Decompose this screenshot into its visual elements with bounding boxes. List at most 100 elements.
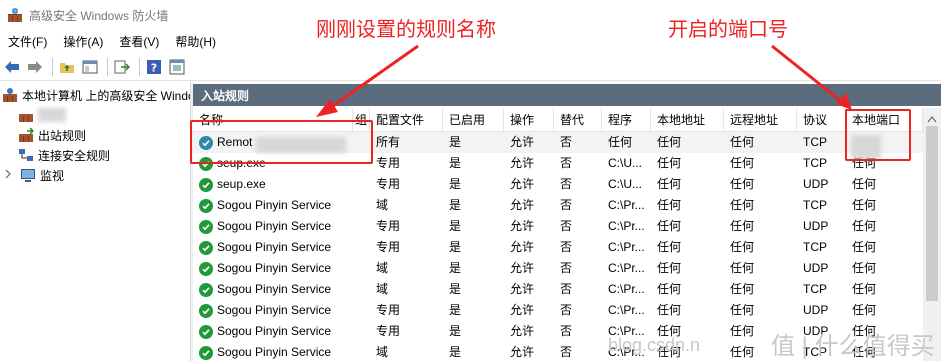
cell-profile: 专用 bbox=[376, 303, 401, 317]
cell-action: 允许 bbox=[510, 324, 535, 338]
table-row[interactable]: seup.exe 专用 是 允许 否 C:\U... 任何 任何 UDP 任何 bbox=[193, 174, 923, 195]
cell-program: C:\U... bbox=[608, 177, 643, 191]
help-icon[interactable]: ? bbox=[144, 57, 164, 77]
cell-profile: 专用 bbox=[376, 177, 401, 191]
cell-local-port: 任何 bbox=[852, 282, 877, 296]
rule-name-text: Sogou Pinyin Service bbox=[217, 198, 332, 212]
back-arrow-icon[interactable] bbox=[2, 57, 22, 77]
cell-program: C:\Pr... bbox=[608, 240, 645, 254]
cell-local-address: 任何 bbox=[657, 156, 682, 170]
rule-name-text: Sogou Pinyin Service bbox=[217, 261, 332, 275]
cell-override: 否 bbox=[560, 156, 573, 170]
cell-override: 否 bbox=[560, 198, 573, 212]
cell-override: 否 bbox=[560, 135, 573, 149]
cell-local-address: 任何 bbox=[657, 135, 682, 149]
column-header-remote-address[interactable]: 远程地址 bbox=[724, 108, 797, 132]
cell-local-address: 任何 bbox=[657, 177, 682, 191]
cell-group bbox=[353, 216, 370, 237]
menu-action[interactable]: 操作(A) bbox=[55, 33, 111, 50]
cell-profile: 域 bbox=[376, 198, 389, 212]
menu-file[interactable]: 文件(F) bbox=[0, 33, 55, 50]
show-hide-tree-icon[interactable] bbox=[80, 57, 100, 77]
table-row[interactable]: Sogou Pinyin Service 专用 是 允许 否 C:\Pr... 任何 任何 TC… bbox=[193, 237, 923, 258]
vertical-scrollbar[interactable] bbox=[923, 108, 941, 361]
cell-override: 否 bbox=[560, 177, 573, 191]
toolbar-separator bbox=[107, 57, 108, 76]
cell-protocol: TCP bbox=[803, 198, 827, 212]
cell-local-port: 任何 bbox=[852, 177, 877, 191]
check-icon bbox=[199, 261, 213, 276]
cell-name: Sogou Pinyin Service bbox=[193, 321, 353, 342]
tree-root[interactable]: 本地计算机 上的高级安全 Windows bbox=[2, 85, 209, 105]
svg-text:?: ? bbox=[151, 61, 157, 74]
table-row[interactable]: Sogou Pinyin Service 域 是 允许 否 C:\Pr... 任何 任何 TCP… bbox=[193, 279, 923, 300]
cell-enabled: 是 bbox=[449, 135, 462, 149]
table-row[interactable]: Sogou Pinyin Service 域 是 允许 否 C:\Pr... 任何 任何 TCP… bbox=[193, 195, 923, 216]
cell-program: C:\Pr... bbox=[608, 303, 645, 317]
cell-override: 否 bbox=[560, 282, 573, 296]
cell-enabled: 是 bbox=[449, 198, 462, 212]
column-header-protocol[interactable]: 协议 bbox=[797, 108, 846, 132]
cell-program: C:\Pr... bbox=[608, 261, 645, 275]
scroll-thumb[interactable] bbox=[926, 126, 938, 301]
cell-override: 否 bbox=[560, 261, 573, 275]
tree-item-inbound-rules[interactable] bbox=[18, 105, 66, 125]
column-header-action[interactable]: 操作 bbox=[504, 108, 554, 132]
table-row[interactable]: Sogou Pinyin Service 专用 是 允许 否 C:\Pr... 任何 任何 UD… bbox=[193, 300, 923, 321]
cell-protocol: UDP bbox=[803, 177, 829, 191]
check-icon bbox=[199, 177, 213, 192]
cell-name: Sogou Pinyin Service bbox=[193, 216, 353, 237]
cell-remote-address: 任何 bbox=[730, 135, 755, 149]
tree-item-monitor[interactable]: 监视 bbox=[4, 165, 64, 185]
scroll-up-icon[interactable] bbox=[927, 112, 937, 123]
cell-program: C:\Pr... bbox=[608, 282, 645, 296]
rule-name-highlight-box bbox=[190, 120, 373, 164]
port-annotation: 开启的端口号 bbox=[668, 17, 788, 41]
chevron-right-icon[interactable] bbox=[4, 168, 14, 182]
navigation-tree: 本地计算机 上的高级安全 Windows 出站规则 连接安全规则 监视 bbox=[0, 82, 209, 361]
column-header-program[interactable]: 程序 bbox=[602, 108, 651, 132]
cell-override: 否 bbox=[560, 324, 573, 338]
tree-item-outbound-rules[interactable]: 出站规则 bbox=[18, 125, 86, 145]
cell-local-port: 任何 bbox=[852, 240, 877, 254]
toolbar-separator bbox=[139, 57, 140, 76]
cell-action: 允许 bbox=[510, 156, 535, 170]
tree-item-label: 连接安全规则 bbox=[38, 148, 111, 163]
up-folder-icon[interactable] bbox=[57, 57, 77, 77]
column-header-override[interactable]: 替代 bbox=[554, 108, 602, 132]
export-list-icon[interactable] bbox=[112, 57, 132, 77]
menu-view[interactable]: 查看(V) bbox=[111, 33, 167, 50]
table-row[interactable]: Sogou Pinyin Service 域 是 允许 否 C:\Pr... 任何 任何 UDP… bbox=[193, 258, 923, 279]
tree-item-label: 出站规则 bbox=[38, 128, 87, 143]
cell-action: 允许 bbox=[510, 219, 535, 233]
check-icon bbox=[199, 198, 213, 213]
cell-protocol: UDP bbox=[803, 219, 829, 233]
properties-icon[interactable] bbox=[167, 57, 187, 77]
cell-profile: 专用 bbox=[376, 240, 401, 254]
cell-remote-address: 任何 bbox=[730, 261, 755, 275]
check-icon bbox=[199, 345, 213, 360]
column-header-local-address[interactable]: 本地地址 bbox=[651, 108, 724, 132]
cell-group bbox=[353, 195, 370, 216]
column-header-enabled[interactable]: 已启用 bbox=[443, 108, 504, 132]
cell-enabled: 是 bbox=[449, 219, 462, 233]
check-icon bbox=[199, 282, 213, 297]
cell-remote-address: 任何 bbox=[730, 198, 755, 212]
cell-override: 否 bbox=[560, 345, 573, 359]
cell-override: 否 bbox=[560, 219, 573, 233]
tree-item-connection-security[interactable]: 连接安全规则 bbox=[18, 145, 110, 165]
table-row[interactable]: Sogou Pinyin Service 专用 是 允许 否 C:\Pr... 任何 任何 UD… bbox=[193, 216, 923, 237]
cell-profile: 专用 bbox=[376, 219, 401, 233]
menu-help[interactable]: 帮助(H) bbox=[167, 33, 224, 50]
forward-arrow-icon[interactable] bbox=[25, 57, 45, 77]
cell-remote-address: 任何 bbox=[730, 240, 755, 254]
cell-action: 允许 bbox=[510, 177, 535, 191]
cell-name: Sogou Pinyin Service bbox=[193, 195, 353, 216]
column-header-profile[interactable]: 配置文件 bbox=[370, 108, 443, 132]
cell-remote-address: 任何 bbox=[730, 156, 755, 170]
redacted-label bbox=[38, 108, 66, 122]
cell-action: 允许 bbox=[510, 303, 535, 317]
cell-profile: 域 bbox=[376, 261, 389, 275]
rule-name-text: Sogou Pinyin Service bbox=[217, 303, 332, 317]
cell-name: Sogou Pinyin Service bbox=[193, 237, 353, 258]
